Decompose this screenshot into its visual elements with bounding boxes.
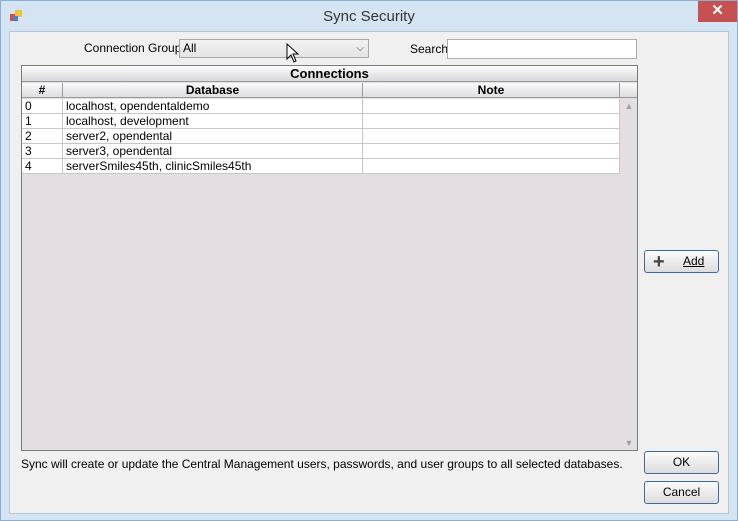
connection-groups-value: All (183, 41, 197, 55)
table-row[interactable]: 3 server3, opendental (22, 144, 620, 159)
row-note (363, 99, 620, 113)
close-button[interactable]: ✕ (698, 1, 737, 22)
row-note (363, 114, 620, 128)
scroll-up-icon[interactable]: ▲ (621, 99, 637, 113)
sync-security-window: Sync Security ✕ Connection Groups All ⌵ … (0, 0, 738, 521)
window-title: Sync Security (323, 8, 415, 25)
table-row[interactable]: 1 localhost, development (22, 114, 620, 129)
row-note (363, 129, 620, 143)
footer-note: Sync will create or update the Central M… (21, 457, 623, 471)
table-row[interactable]: 4 serverSmiles45th, clinicSmiles45th (22, 159, 620, 174)
row-note (363, 159, 620, 173)
connection-groups-label: Connection Groups (84, 41, 188, 55)
table-row[interactable]: 2 server2, opendental (22, 129, 620, 144)
cancel-button[interactable]: Cancel (644, 481, 719, 504)
column-header-number[interactable]: # (22, 83, 63, 98)
column-header-note[interactable]: Note (363, 83, 620, 98)
connections-grid[interactable]: Connections # Database Note 0 localhost,… (21, 65, 638, 451)
title-bar: Sync Security ✕ (1, 1, 737, 31)
search-label: Search (410, 42, 449, 56)
row-number: 0 (22, 99, 63, 113)
client-area: Connection Groups All ⌵ Search Connectio… (9, 31, 729, 514)
plus-icon: + (653, 251, 665, 273)
grid-rows: 0 localhost, opendentaldemo 1 localhost,… (22, 99, 620, 174)
row-number: 3 (22, 144, 63, 158)
row-database: localhost, opendentaldemo (63, 99, 363, 113)
ok-button[interactable]: OK (644, 451, 719, 474)
grid-title: Connections (22, 66, 637, 82)
mouse-cursor-icon (286, 43, 300, 63)
row-database: localhost, development (63, 114, 363, 128)
row-number: 1 (22, 114, 63, 128)
add-button[interactable]: + Add (644, 250, 719, 273)
connection-groups-combo[interactable]: All ⌵ (179, 39, 369, 58)
row-note (363, 144, 620, 158)
row-number: 2 (22, 129, 63, 143)
scroll-down-icon[interactable]: ▼ (621, 436, 637, 450)
table-row[interactable]: 0 localhost, opendentaldemo (22, 99, 620, 114)
row-database: serverSmiles45th, clinicSmiles45th (63, 159, 363, 173)
add-button-label: Add (683, 254, 705, 268)
column-header-database[interactable]: Database (63, 83, 363, 98)
row-database: server3, opendental (63, 144, 363, 158)
search-input[interactable] (447, 39, 637, 59)
vertical-scrollbar[interactable]: ▲ ▼ (621, 99, 637, 450)
row-database: server2, opendental (63, 129, 363, 143)
row-number: 4 (22, 159, 63, 173)
chevron-down-icon[interactable]: ⌵ (356, 40, 364, 57)
grid-header: # Database Note (22, 83, 637, 98)
